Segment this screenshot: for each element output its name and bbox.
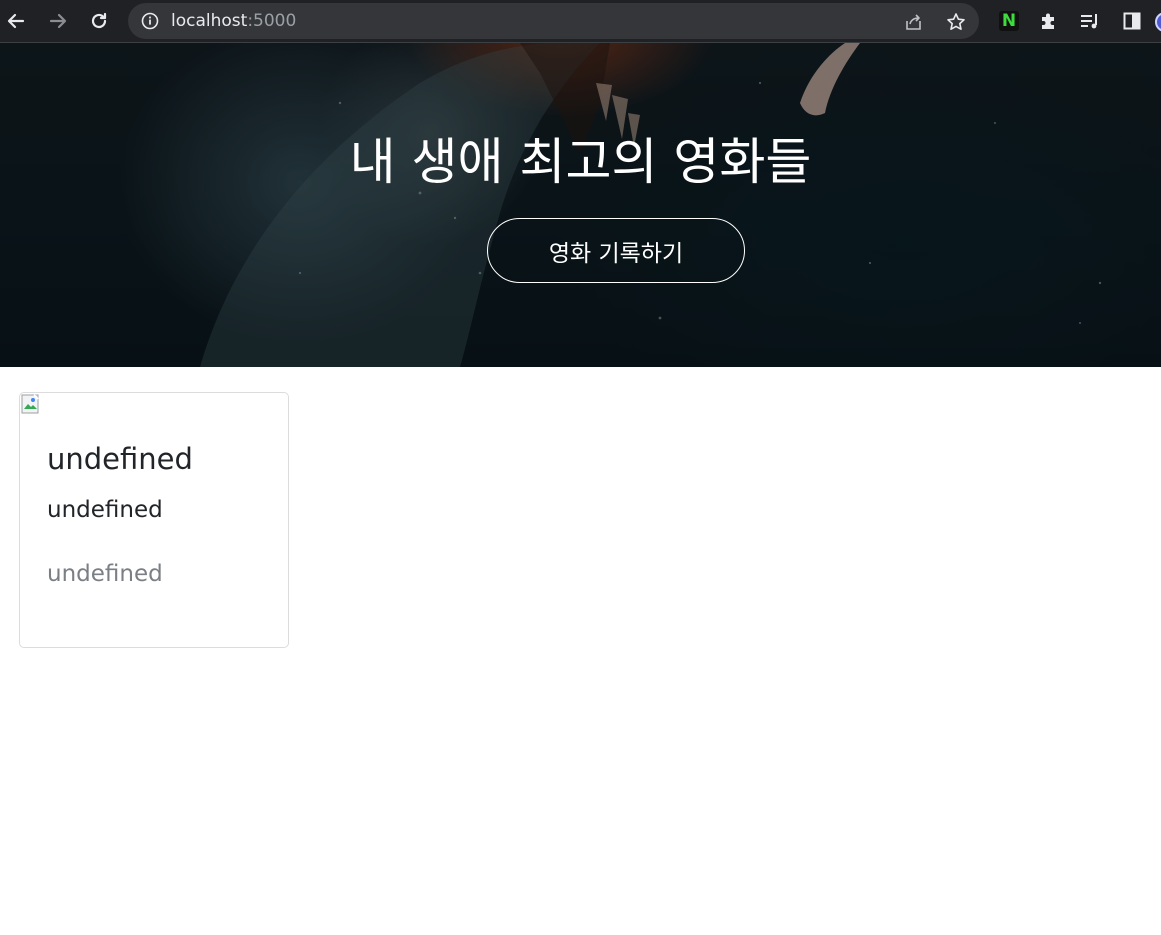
reload-icon[interactable]: [86, 8, 112, 34]
card-text: undefined: [47, 497, 163, 523]
address-bar[interactable]: localhost:5000: [128, 3, 979, 39]
share-icon[interactable]: [903, 11, 925, 33]
extension-n-letter: N: [999, 11, 1019, 31]
card-comment: undefined: [47, 561, 163, 587]
hero-banner: 내 생애 최고의 영화들 영화 기록하기: [0, 43, 1161, 367]
hero-overlay: [0, 43, 1161, 367]
puzzle-extensions-icon[interactable]: [1036, 8, 1062, 34]
browser-toolbar: localhost:5000 N: [0, 0, 1161, 43]
url-port: :5000: [247, 11, 297, 31]
reading-list-icon[interactable]: [1077, 8, 1103, 34]
extension-n-icon[interactable]: N: [996, 8, 1022, 34]
broken-image-icon: [21, 394, 39, 414]
record-movie-button[interactable]: 영화 기록하기: [487, 218, 745, 283]
forward-arrow-icon[interactable]: [45, 8, 71, 34]
url-text: localhost:5000: [171, 11, 296, 31]
site-info-icon[interactable]: [141, 12, 159, 34]
back-arrow-icon[interactable]: [3, 8, 29, 34]
movie-card: undefined undefined undefined: [19, 392, 289, 648]
hero-title: 내 생애 최고의 영화들: [349, 133, 812, 191]
card-title: undefined: [47, 442, 193, 476]
bookmark-star-icon[interactable]: [945, 11, 967, 33]
side-panel-icon[interactable]: [1119, 8, 1145, 34]
url-host: localhost: [171, 11, 248, 31]
profile-avatar-icon[interactable]: [1155, 12, 1161, 32]
